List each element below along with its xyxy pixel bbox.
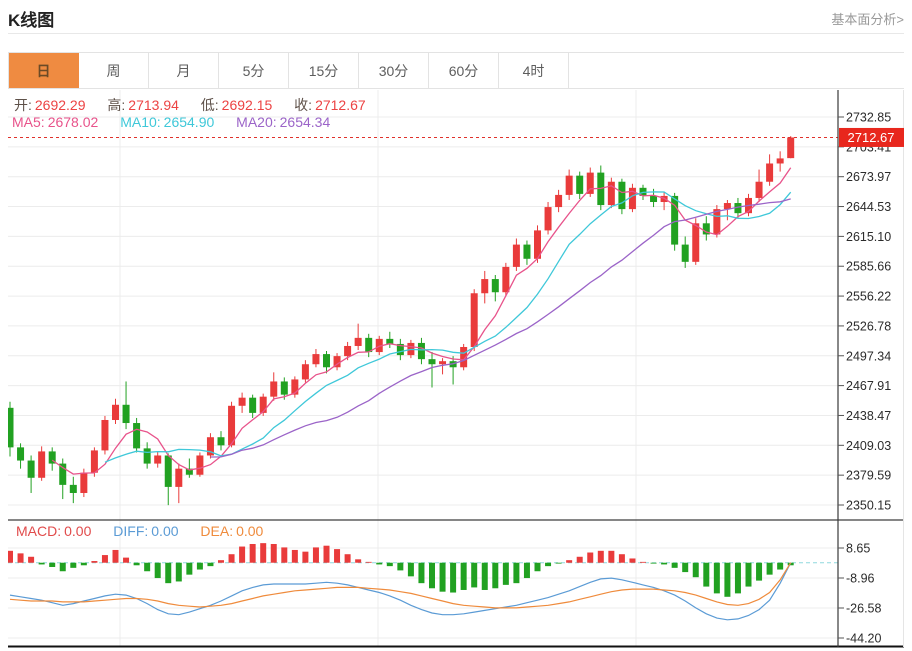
low-label: 低:: [201, 97, 219, 113]
ohlc-bar: 开:2692.29 高:2713.94 低:2692.15 收:2712.67: [14, 95, 384, 115]
svg-text:2585.66: 2585.66: [846, 260, 891, 274]
svg-text:2438.47: 2438.47: [846, 409, 891, 423]
tab-30m[interactable]: 30分: [359, 53, 429, 88]
svg-text:2379.59: 2379.59: [846, 469, 891, 483]
ma20-label: MA20:: [236, 114, 276, 130]
high-label: 高:: [107, 97, 125, 113]
svg-text:2556.22: 2556.22: [846, 290, 891, 304]
tab-60m[interactable]: 60分: [429, 53, 499, 88]
svg-text:-8.96: -8.96: [846, 571, 875, 585]
dea-value: 0.00: [236, 523, 263, 539]
ma5-line: [52, 168, 791, 474]
macd-value: 0.00: [64, 523, 91, 539]
tab-15m[interactable]: 15分: [289, 53, 359, 88]
svg-text:2644.53: 2644.53: [846, 200, 891, 214]
kline-page: K线图 基本面分析> 日周月5分15分30分60分4时 开:2692.29 高:…: [0, 0, 912, 651]
tab-month[interactable]: 月: [149, 53, 219, 88]
svg-text:2615.10: 2615.10: [846, 230, 891, 244]
svg-text:2350.15: 2350.15: [846, 499, 891, 513]
candles: [8, 136, 794, 505]
ma5-label: MA5:: [12, 114, 45, 130]
page-title: K线图: [8, 6, 54, 31]
ma10-line: [105, 192, 791, 462]
svg-text:-26.58: -26.58: [846, 601, 881, 615]
fundamental-analysis-link[interactable]: 基本面分析>: [831, 9, 904, 28]
macd-label: MACD:: [16, 523, 61, 539]
kline-chart-svg[interactable]: 2732.852703.412673.972644.532615.102585.…: [8, 90, 904, 648]
open-label: 开:: [14, 97, 32, 113]
ma5-value: 2678.02: [48, 114, 99, 130]
tab-4h[interactable]: 4时: [499, 53, 569, 88]
ma20-line: [211, 199, 791, 457]
svg-text:2526.78: 2526.78: [846, 319, 891, 333]
svg-text:2497.34: 2497.34: [846, 349, 891, 363]
macd-histogram: [8, 543, 794, 597]
close-value: 2712.67: [315, 97, 366, 113]
svg-text:2732.85: 2732.85: [846, 111, 891, 125]
high-value: 2713.94: [128, 97, 179, 113]
ma20-value: 2654.34: [280, 114, 331, 130]
svg-text:2409.03: 2409.03: [846, 439, 891, 453]
open-value: 2692.29: [35, 97, 86, 113]
axis-labels: 2732.852703.412673.972644.532615.102585.…: [838, 111, 891, 646]
tab-week[interactable]: 周: [79, 53, 149, 88]
ma10-label: MA10:: [120, 114, 160, 130]
svg-text:8.65: 8.65: [846, 542, 870, 556]
svg-text:2467.91: 2467.91: [846, 379, 891, 393]
macd-bar: MACD:0.00 DIFF:0.00 DEA:0.00: [16, 523, 281, 539]
diff-label: DIFF:: [113, 523, 148, 539]
close-label: 收:: [294, 97, 312, 113]
low-value: 2692.15: [222, 97, 273, 113]
current-price-tag-text: 2712.67: [848, 130, 895, 145]
interval-tabs: 日周月5分15分30分60分4时: [8, 52, 904, 89]
diff-value: 0.00: [151, 523, 178, 539]
dea-label: DEA:: [200, 523, 233, 539]
svg-text:-44.20: -44.20: [846, 632, 881, 646]
tab-5m[interactable]: 5分: [219, 53, 289, 88]
tab-day[interactable]: 日: [9, 53, 79, 88]
ma-bar: MA5:2678.02 MA10:2654.90 MA20:2654.34: [12, 114, 348, 130]
ma10-value: 2654.90: [164, 114, 215, 130]
header-divider: [8, 33, 904, 34]
svg-text:2673.97: 2673.97: [846, 170, 891, 184]
kline-chart[interactable]: 2732.852703.412673.972644.532615.102585.…: [8, 90, 904, 648]
